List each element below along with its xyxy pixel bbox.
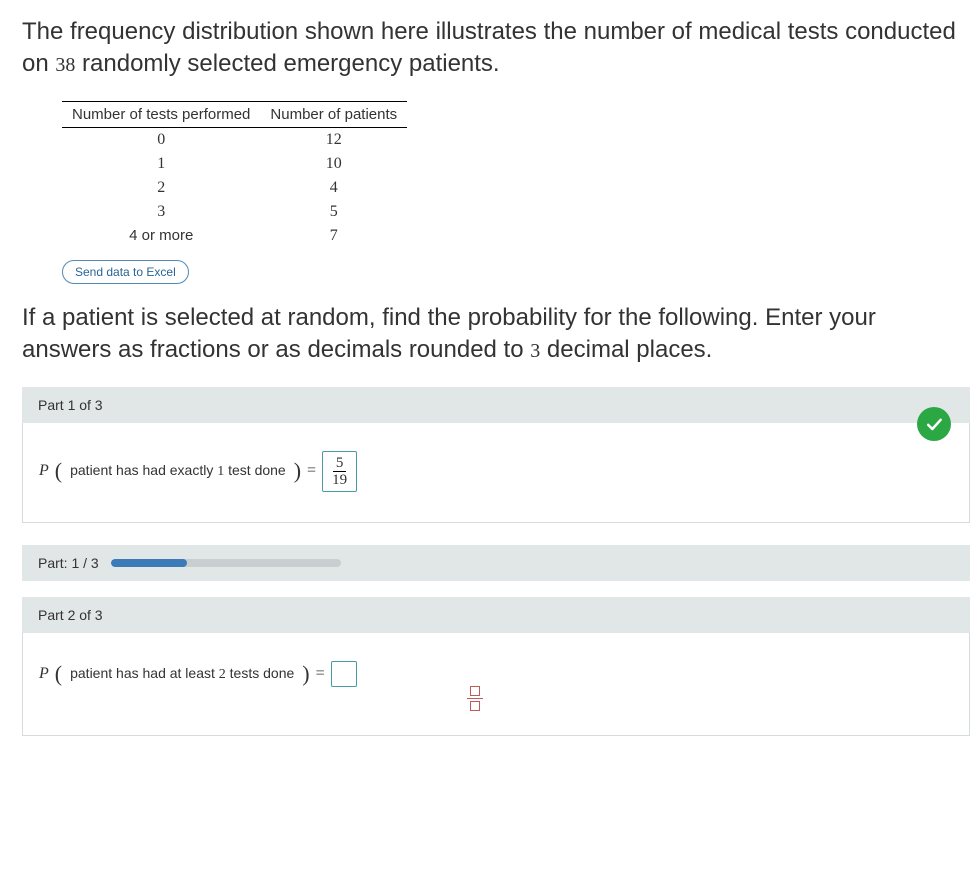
cell-tests: 4 or more bbox=[62, 224, 260, 248]
part-2-header: Part 2 of 3 bbox=[22, 597, 970, 633]
p-symbol: P bbox=[39, 665, 49, 683]
part-1-header: Part 1 of 3 bbox=[22, 387, 970, 423]
part-2-body: P ( patient has had at least 2 tests don… bbox=[22, 633, 970, 736]
table-row: 2 4 bbox=[62, 176, 407, 200]
question-prompt: If a patient is selected at random, find… bbox=[22, 302, 970, 367]
progress-label: Part: 1 / 3 bbox=[38, 555, 99, 571]
prompt-a: If a patient is selected at random, find… bbox=[22, 304, 876, 363]
open-paren: ( bbox=[55, 661, 62, 687]
cell-tests: 0 bbox=[62, 127, 260, 152]
table-row: 1 10 bbox=[62, 152, 407, 176]
equals-sign: = bbox=[307, 462, 316, 480]
prompt-b: decimal places. bbox=[540, 336, 712, 363]
sample-size: 38 bbox=[55, 54, 75, 76]
cell-tests: 1 bbox=[62, 152, 260, 176]
answer-input-filled[interactable]: 5 19 bbox=[322, 451, 357, 492]
send-to-excel-button[interactable]: Send data to Excel bbox=[62, 260, 189, 284]
part-1: Part 1 of 3 P ( patient has had exactly … bbox=[22, 387, 970, 523]
intro-text-b: randomly selected emergency patients. bbox=[75, 50, 499, 77]
progress-row: Part: 1 / 3 bbox=[22, 545, 970, 581]
cell-patients: 4 bbox=[260, 176, 407, 200]
correct-icon bbox=[917, 407, 951, 441]
answer-numerator: 5 bbox=[333, 455, 347, 473]
close-paren: ) bbox=[302, 661, 309, 687]
cell-patients: 12 bbox=[260, 127, 407, 152]
answer-input-empty[interactable] bbox=[331, 661, 357, 687]
part-1-expression: P ( patient has had exactly 1 test done … bbox=[39, 451, 953, 492]
progress-fill bbox=[111, 559, 187, 567]
decimal-places: 3 bbox=[530, 340, 540, 362]
cell-patients: 7 bbox=[260, 224, 407, 248]
p-symbol: P bbox=[39, 462, 49, 480]
answer-denominator: 19 bbox=[329, 472, 350, 489]
part-1-body: P ( patient has had exactly 1 test done … bbox=[22, 423, 970, 523]
part-2: Part 2 of 3 P ( patient has had at least… bbox=[22, 597, 970, 736]
part-2-expression: P ( patient has had at least 2 tests don… bbox=[39, 661, 953, 687]
cell-patients: 5 bbox=[260, 200, 407, 224]
cell-tests: 3 bbox=[62, 200, 260, 224]
fraction-tool-icon[interactable] bbox=[461, 684, 489, 713]
event-text: patient has had exactly 1 test done bbox=[68, 462, 288, 480]
event-text: patient has had at least 2 tests done bbox=[68, 665, 296, 683]
table-row: 3 5 bbox=[62, 200, 407, 224]
table-header-tests: Number of tests performed bbox=[62, 101, 260, 127]
table-header-patients: Number of patients bbox=[260, 101, 407, 127]
cell-tests: 2 bbox=[62, 176, 260, 200]
progress-bar[interactable] bbox=[111, 559, 341, 567]
frequency-table: Number of tests performed Number of pati… bbox=[62, 101, 407, 248]
cell-patients: 10 bbox=[260, 152, 407, 176]
answer-fraction: 5 19 bbox=[329, 455, 350, 489]
table-row: 0 12 bbox=[62, 127, 407, 152]
open-paren: ( bbox=[55, 458, 62, 484]
question-intro: The frequency distribution shown here il… bbox=[22, 16, 970, 81]
table-row: 4 or more 7 bbox=[62, 224, 407, 248]
close-paren: ) bbox=[294, 458, 301, 484]
equals-sign: = bbox=[316, 665, 325, 683]
